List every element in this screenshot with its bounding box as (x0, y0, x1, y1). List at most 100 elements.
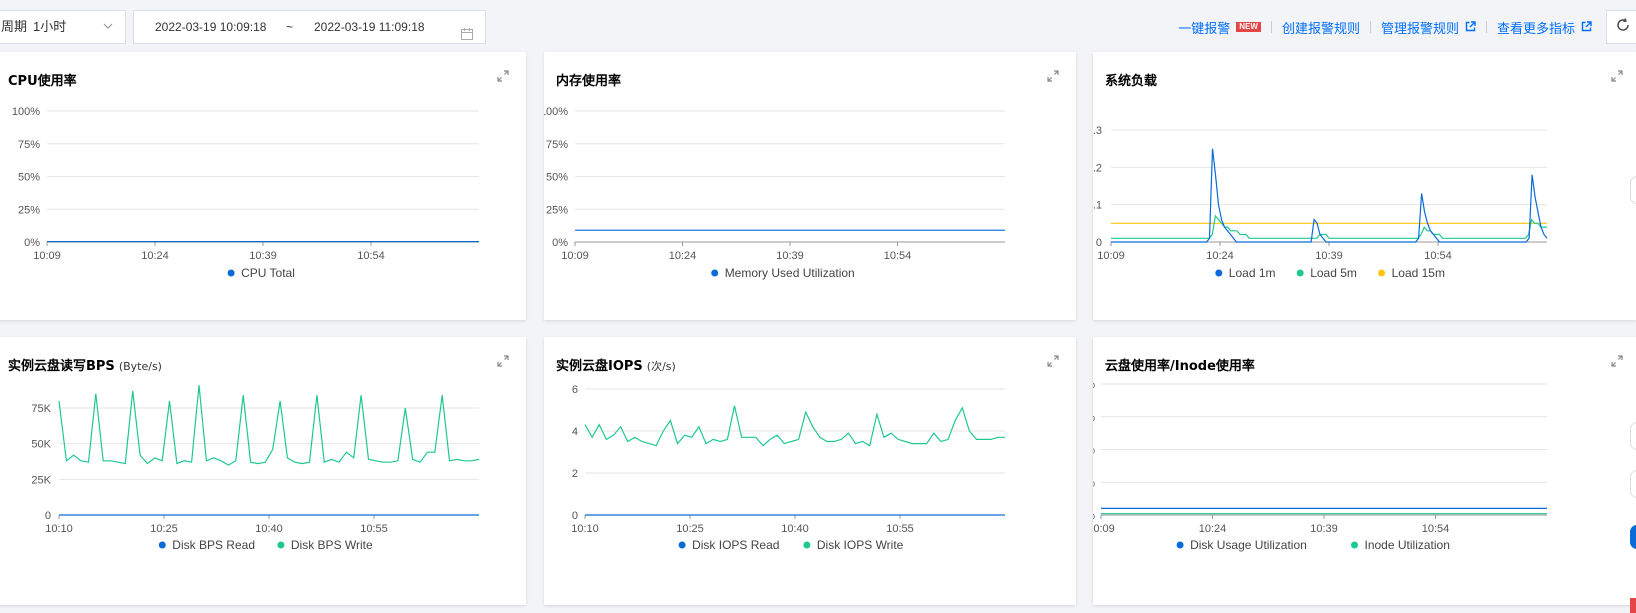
legend-label[interactable]: Disk Usage Utilization (1190, 538, 1307, 552)
range-start: 2022-03-19 10:09:18 (155, 20, 267, 34)
new-badge: NEW (1236, 22, 1261, 32)
legend-marker[interactable] (1296, 269, 1304, 277)
create-rule-link[interactable]: 创建报警规则 (1282, 18, 1360, 37)
period-value: 1小时 (33, 19, 67, 34)
legend-marker[interactable] (1215, 269, 1223, 277)
iops-chart-card: 6 4 2 0 10:10 10:25 10:40 10:55 Disk IOPS Read Di… (544, 337, 1076, 605)
card-title: 内存使用率 (556, 74, 622, 89)
legend-marker[interactable] (227, 269, 235, 277)
y-tick-label: 75% (1093, 412, 1095, 424)
legend-marker[interactable] (711, 269, 719, 277)
x-tick-label: 10:25 (676, 523, 704, 535)
legend-label[interactable]: Disk BPS Write (291, 538, 373, 552)
y-tick-label: 75K (31, 403, 51, 415)
expand-icon[interactable] (496, 69, 510, 88)
y-tick-label: 100% (544, 106, 568, 118)
x-tick-label: 10:09 (33, 250, 61, 262)
series-line[interactable] (1111, 148, 1548, 243)
one-key-alarm-link[interactable]: 一键报警 NEW (1178, 18, 1261, 37)
x-tick-label: 10:54 (1424, 250, 1452, 262)
legend-label[interactable]: Load 5m (1310, 266, 1357, 280)
y-tick-label: 25% (1093, 477, 1095, 489)
y-tick-label: 25% (18, 204, 40, 216)
series-line[interactable] (58, 385, 480, 466)
legend-marker[interactable] (1176, 541, 1184, 549)
y-tick-label: 6 (572, 384, 578, 396)
expand-icon[interactable] (496, 354, 510, 373)
x-tick-label: 10:09 (1093, 523, 1115, 535)
external-link-icon (1465, 20, 1476, 35)
legend-label[interactable]: Load 1m (1229, 266, 1276, 280)
x-tick-label: 10:09 (1097, 250, 1125, 262)
y-tick-label: 50% (18, 172, 40, 184)
x-tick-label: 10:39 (249, 250, 277, 262)
y-tick-label: 0.2 (1093, 162, 1102, 174)
side-scroll-handle[interactable] (1630, 176, 1636, 204)
bps-chart[interactable]: 75K 50K 25K 010:10 10:25 10:40 10:55 Disk BPS R… (0, 337, 526, 605)
legend-marker[interactable] (678, 541, 686, 549)
series-line[interactable] (584, 405, 1005, 447)
legend-label[interactable]: Disk IOPS Read (692, 538, 779, 552)
disk-chart[interactable]: 100% 75% 50% 25% 0%10:09 10:24 10:39 10:54 Disk … (1093, 337, 1636, 605)
refresh-button[interactable] (1606, 10, 1636, 44)
y-tick-label: 0.1 (1093, 200, 1102, 212)
legend-label[interactable]: Load 15m (1392, 266, 1445, 280)
card-title: CPU使用率 (8, 74, 77, 89)
manage-rule-link[interactable]: 管理报警规则 (1381, 18, 1476, 37)
y-tick-label: 25K (31, 474, 51, 486)
legend-marker[interactable] (158, 541, 166, 549)
y-tick-label: 0% (1093, 510, 1095, 522)
one-key-alarm-label: 一键报警 (1178, 20, 1231, 36)
card-unit: (Byte/s) (118, 360, 162, 373)
load-chart[interactable]: 0.3 0.2 0.1 010:09 10:24 10:39 10:54 Load 1m Loa… (1093, 52, 1636, 320)
mem-chart[interactable]: 100% 75% 50% 25% 0%10:09 10:24 10:39 10:54 Memor… (544, 52, 1076, 320)
x-tick-label: 10:10 (45, 523, 73, 535)
y-tick-label: 25% (546, 204, 568, 216)
x-tick-label: 10:40 (255, 523, 283, 535)
legend-label[interactable]: Memory Used Utilization (725, 266, 855, 280)
bps-chart-card: 75K 50K 25K 0 10:10 10:25 10:40 10:55 Disk BPS R… (0, 337, 526, 605)
period-label: 周期 (1, 19, 28, 34)
more-metrics-link[interactable]: 查看更多指标 (1497, 18, 1592, 37)
cpu-chart[interactable]: 100% 75% 50% 25% 0%10:09 10:24 10:39 10:54 CPU T… (0, 52, 526, 320)
side-scroll-handle[interactable] (1630, 470, 1636, 498)
period-select[interactable]: 周期 1小时 (0, 10, 126, 44)
expand-icon[interactable] (1046, 354, 1060, 373)
x-tick-label: 10:09 (561, 250, 589, 262)
legend-marker[interactable] (803, 541, 811, 549)
legend-marker[interactable] (1351, 541, 1358, 549)
side-scroll-handle[interactable] (1630, 422, 1636, 450)
card-title: 实例云盘读写BPS (Byte/s) (8, 359, 162, 374)
feedback-tab[interactable] (1630, 598, 1636, 613)
y-tick-label: 50% (1093, 445, 1095, 457)
refresh-icon (1616, 17, 1630, 37)
card-title: 云盘使用率/Inode使用率 (1105, 359, 1255, 374)
toolbar: 周期 1小时 2022-03-19 10:09:18 ~ 2022-03-19 … (0, 0, 1636, 50)
legend-label[interactable]: CPU Total (241, 266, 295, 280)
series-line[interactable] (1111, 214, 1547, 239)
x-tick-label: 10:54 (884, 250, 912, 262)
y-tick-label: 0.3 (1093, 125, 1102, 137)
legend-marker[interactable] (1378, 269, 1386, 277)
y-tick-label: 100% (12, 106, 40, 118)
create-rule-label: 创建报警规则 (1281, 20, 1360, 36)
card-title: 实例云盘IOPS (次/s) (556, 359, 676, 374)
legend-marker[interactable] (277, 541, 285, 549)
y-tick-label: 75% (546, 139, 568, 151)
y-tick-label: 2 (572, 468, 578, 480)
x-tick-label: 10:39 (1315, 250, 1343, 262)
legend-label[interactable]: Disk BPS Read (172, 538, 255, 552)
x-tick-label: 10:25 (150, 523, 178, 535)
date-range-picker[interactable]: 2022-03-19 10:09:18 ~ 2022-03-19 11:09:1… (133, 10, 486, 44)
x-tick-label: 10:39 (1310, 523, 1338, 535)
iops-chart[interactable]: 6 4 2 010:10 10:25 10:40 10:55 Disk IOPS Read Di… (544, 337, 1076, 605)
x-tick-label: 10:40 (781, 523, 809, 535)
x-tick-label: 10:24 (1206, 250, 1234, 262)
help-bubble-icon[interactable] (1630, 525, 1636, 549)
external-link-icon (1581, 20, 1592, 35)
legend-label[interactable]: Inode Utilization (1365, 538, 1450, 552)
expand-icon[interactable] (1610, 69, 1624, 88)
expand-icon[interactable] (1046, 69, 1060, 88)
legend-label[interactable]: Disk IOPS Write (817, 538, 904, 552)
expand-icon[interactable] (1610, 354, 1624, 373)
